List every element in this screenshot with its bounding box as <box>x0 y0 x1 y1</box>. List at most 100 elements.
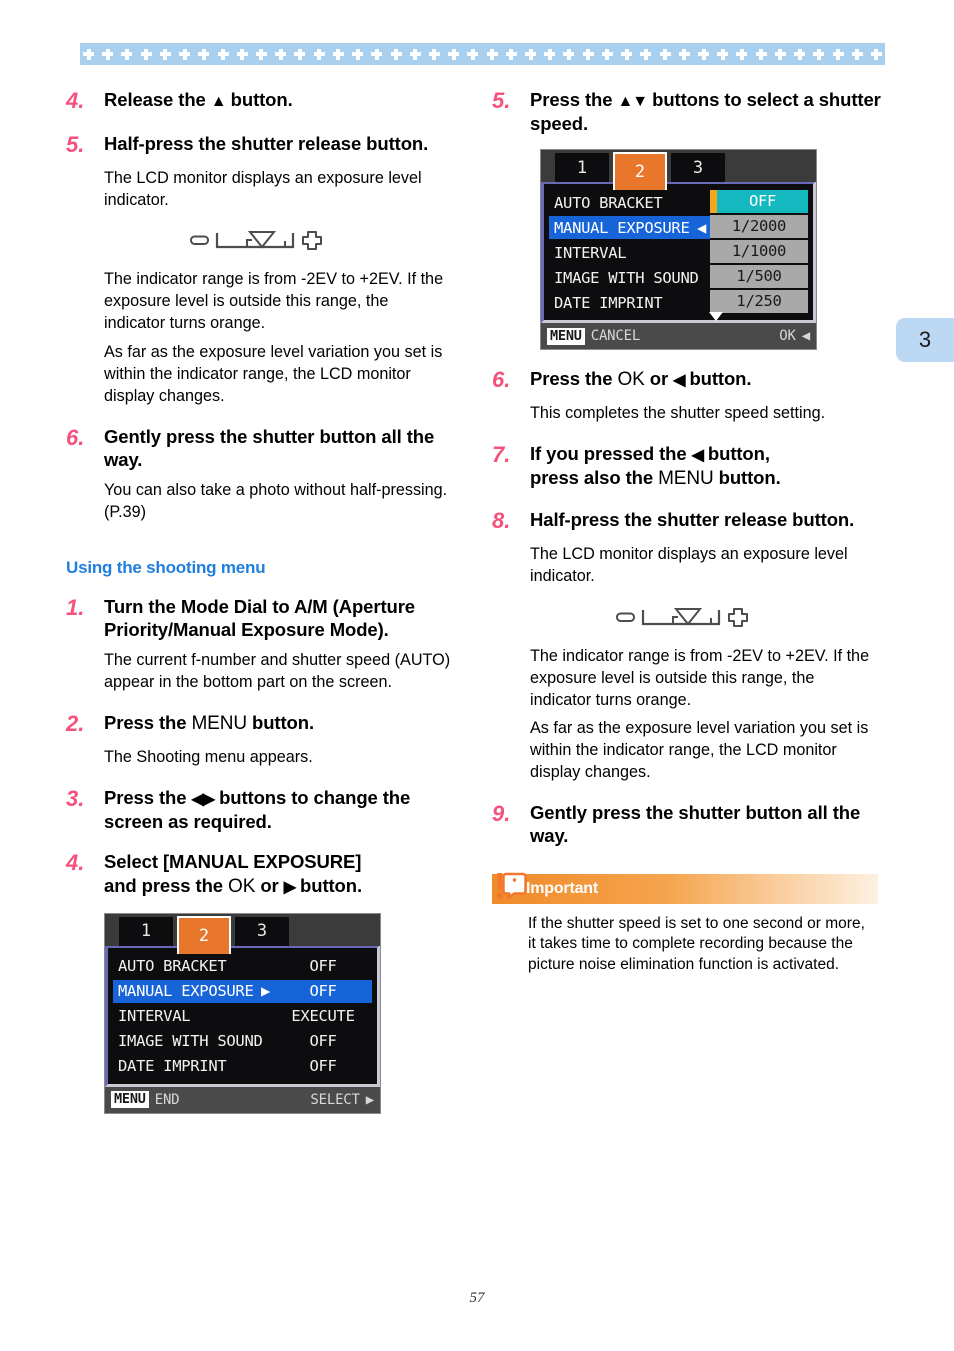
lcd-shooting-menu-screenshot: 1 2 3 AUTO BRACKET OFF MANUAL EXPOSURE ▶… <box>104 912 381 1114</box>
floret-icon <box>774 48 786 60</box>
lcd-item-text: DATE IMPRINT <box>554 293 663 312</box>
floret-icon <box>294 48 306 60</box>
lcd-menu-item[interactable]: AUTO BRACKET OFF <box>549 190 808 215</box>
lcd-menu-rows: AUTO BRACKET OFF MANUAL EXPOSURE ▶ OFF I… <box>113 954 372 1079</box>
step-5-description: The LCD monitor displays an exposure lev… <box>104 168 422 209</box>
floret-icon <box>544 48 556 60</box>
chapter-tab: 3 <box>896 318 954 362</box>
step-5: 5. Half-press the shutter release button… <box>66 132 456 159</box>
lcd-tab-1[interactable]: 1 <box>555 153 609 183</box>
step-title: Release the ▲ button. <box>104 88 456 112</box>
floret-icon <box>851 48 863 60</box>
left-arrow-icon: ◀ <box>801 328 810 345</box>
floret-icon <box>698 48 709 60</box>
lcd-tab-3[interactable]: 3 <box>671 153 725 183</box>
lcd-tab-3[interactable]: 3 <box>235 916 289 946</box>
lcd-shutter-value-selected[interactable]: OFF <box>710 190 808 214</box>
floret-icon <box>755 48 767 60</box>
step-number: 7. <box>492 442 511 468</box>
floret-icon <box>217 48 229 60</box>
lcd-menu-item[interactable]: IMAGE WITH SOUND 1/500 <box>549 265 808 290</box>
floret-icon <box>275 48 287 60</box>
decorative-header-band <box>80 43 885 65</box>
lcd-footer-left: MENU CANCEL <box>547 327 641 345</box>
important-body-text: If the shutter speed is set to one secon… <box>528 914 865 974</box>
scroll-down-caret-icon <box>708 312 723 322</box>
lcd-tab-bar: 1 2 3 <box>105 913 380 954</box>
step-title-line2-pre: and press the <box>104 874 229 896</box>
menu-button-glyph: MENU <box>658 468 714 490</box>
floret-icon <box>486 48 498 60</box>
step-title-text: Press the <box>530 89 618 110</box>
important-callout: Important If the shutter speed is set to… <box>492 872 878 976</box>
page-number: 57 <box>469 1290 485 1306</box>
lcd-menu-item-value: OFF <box>309 1031 337 1050</box>
lcd-footer-bar: MENU END SELECT ▶ <box>105 1086 380 1113</box>
floret-pattern <box>80 43 885 65</box>
floret-icon <box>736 48 748 60</box>
important-label: Important <box>526 879 598 897</box>
menu-step-1-description: The current f-number and shutter speed (… <box>104 651 451 692</box>
lcd-tab-2[interactable]: 2 <box>177 915 231 954</box>
step-number: 5. <box>66 131 85 157</box>
floret-icon <box>601 48 613 60</box>
floret-icon <box>563 48 575 60</box>
important-header-bar: Important <box>492 872 878 904</box>
lcd-menu-item[interactable]: INTERVAL 1/1000 <box>549 240 808 265</box>
lcd-tab-1[interactable]: 1 <box>119 916 173 946</box>
lcd-shutter-value[interactable]: 1/2000 <box>710 215 808 239</box>
step-title: If you pressed the ◀ button, press also … <box>530 442 882 491</box>
left-right-arrow-icon: ◀▶ <box>191 790 215 808</box>
lcd-menu-item-label: MANUAL EXPOSURE ▶ <box>113 979 274 1003</box>
lcd-menu-item[interactable]: AUTO BRACKET OFF <box>113 954 372 979</box>
step-title: Press the ◀▶ buttons to change the scree… <box>104 786 456 833</box>
lcd-menu-item[interactable]: IMAGE WITH SOUND OFF <box>113 1029 372 1054</box>
lcd-menu-item-label: AUTO BRACKET <box>549 191 710 214</box>
lcd-footer-right-label: OK <box>779 328 796 345</box>
step-title-line2-join: or <box>255 874 284 896</box>
lcd-shutter-value[interactable]: 1/1000 <box>710 240 808 264</box>
lcd-menu-item-label: INTERVAL <box>549 241 710 264</box>
step-number: 3. <box>66 785 85 811</box>
lcd-menu-item-label: AUTO BRACKET <box>113 955 274 978</box>
lcd-menu-item[interactable]: DATE IMPRINT OFF <box>113 1054 372 1079</box>
step-6-description: You can also take a photo without half-p… <box>104 481 448 521</box>
floret-icon <box>582 48 594 60</box>
lcd-footer-right: SELECT ▶ <box>310 1092 374 1108</box>
lcd-menu-item[interactable]: DATE IMPRINT 1/250 <box>549 290 808 315</box>
lcd-item-text: INTERVAL <box>118 1007 191 1026</box>
floret-icon <box>870 48 882 60</box>
lcd-footer-left-label: END <box>154 1091 180 1108</box>
lcd-tab-bar: 1 2 3 <box>541 150 816 191</box>
left-arrow-icon: ◀ <box>691 447 704 465</box>
step-title: Press the MENU button. <box>104 711 456 736</box>
step-4: 4. Release the ▲ button. <box>66 88 456 115</box>
floret-icon <box>659 48 671 60</box>
lcd-menu-item-label: DATE IMPRINT <box>113 1055 274 1078</box>
floret-icon <box>525 48 537 60</box>
lcd-item-text: AUTO BRACKET <box>554 193 663 212</box>
lcd-item-text: MANUAL EXPOSURE <box>554 218 690 237</box>
floret-icon <box>313 48 325 60</box>
step-5-right: 5. Press the ▲▼ buttons to select a shut… <box>492 88 882 135</box>
lcd-shutter-value[interactable]: 1/500 <box>710 265 808 289</box>
floret-icon <box>255 48 267 60</box>
floret-icon <box>332 48 344 60</box>
step-number: 6. <box>492 367 511 393</box>
lcd-tab-2[interactable]: 2 <box>613 152 667 191</box>
lcd-menu-item-selected[interactable]: MANUAL EXPOSURE ▶ OFF <box>113 979 372 1004</box>
step-title-line2-post: button. <box>295 874 363 896</box>
up-arrow-icon: ▲ <box>210 93 227 110</box>
step-title: Half-press the shutter release button. <box>104 132 429 154</box>
lcd-menu-item-selected[interactable]: MANUAL EXPOSURE ◀ 1/2000 <box>549 215 808 240</box>
lcd-menu-item[interactable]: INTERVAL EXECUTE <box>113 1004 372 1029</box>
lcd-menu-item-value: OFF <box>274 979 372 1003</box>
lcd-item-text: IMAGE WITH SOUND <box>118 1032 263 1051</box>
lcd-footer-left-label: CANCEL <box>590 328 641 345</box>
lcd-menu-item-value: OFF <box>309 1056 337 1075</box>
menu-button-chip: MENU <box>547 327 585 345</box>
floret-icon <box>621 48 633 60</box>
lcd-menu-body: AUTO BRACKET OFF MANUAL EXPOSURE ◀ 1/200… <box>541 181 816 324</box>
lcd-shutter-value[interactable]: 1/250 <box>710 290 808 314</box>
lcd-menu-item-label: IMAGE WITH SOUND <box>549 266 710 289</box>
